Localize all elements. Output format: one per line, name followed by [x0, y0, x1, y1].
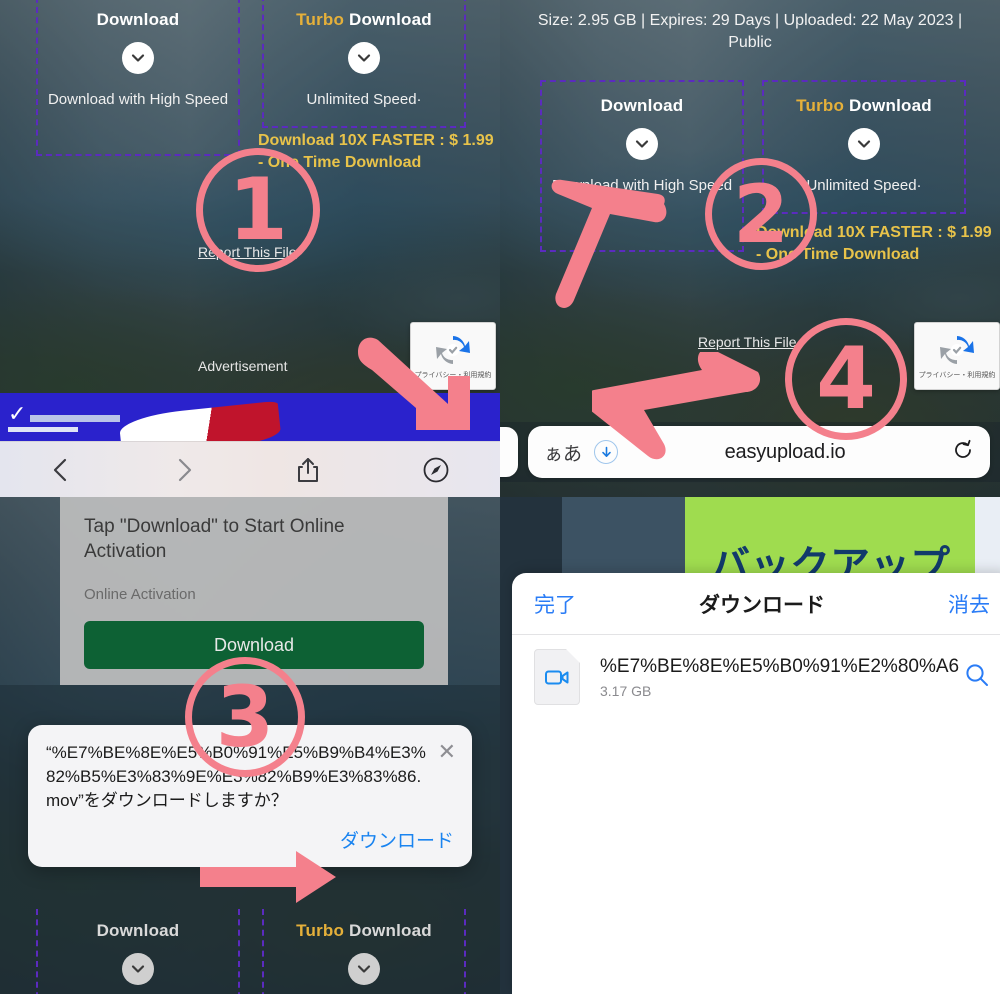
chevron-down-icon[interactable]	[122, 42, 154, 74]
download-ad-subtitle: Download with High Speed	[551, 177, 733, 194]
forward-icon[interactable]	[173, 457, 195, 483]
download-list-item[interactable]: %E7%BE%8E%E5%B0%91%E2%80%A6 3.17 GB	[512, 635, 1000, 719]
banner-bar	[8, 427, 78, 432]
download-ad-title: Download	[96, 10, 180, 29]
turbo-download-ad-box-1[interactable]: Turbo Download Unlimited Speed·	[262, 0, 466, 128]
downloads-title: ダウンロード	[699, 593, 825, 617]
download-ad-box-2[interactable]: Download Download with High Speed	[540, 80, 744, 252]
activation-download-button[interactable]: Download	[84, 621, 424, 670]
download-ad-box-3[interactable]: Download	[36, 909, 240, 994]
activation-subtitle: Online Activation	[84, 586, 196, 604]
recaptcha-terms: プライバシー・利用規約	[918, 372, 996, 379]
reload-icon[interactable]	[952, 439, 974, 466]
safari-toolbar-1[interactable]	[0, 441, 500, 497]
report-this-file-link-2[interactable]: Report This File	[698, 334, 797, 350]
online-activation-card: Tap "Download" to Start Online Activatio…	[60, 497, 448, 685]
recaptcha-icon	[436, 336, 470, 364]
download-ad-box-1[interactable]: Download Download with High Speed	[36, 0, 240, 156]
text-size-button[interactable]: ぁあ	[544, 439, 582, 466]
turbo-download-ad-title: Turbo Download	[796, 96, 932, 115]
download-confirm-button[interactable]: ダウンロード	[46, 826, 454, 853]
download-confirm-message: “%E7%BE%8E%E5%B0%91%E5%B9%B4%E3%82%B5%E3…	[46, 743, 426, 810]
download-file-size: 3.17 GB	[600, 682, 652, 699]
panel-step-1: Download Download with High Speed Turbo …	[0, 0, 500, 497]
chevron-down-icon[interactable]	[348, 42, 380, 74]
recaptcha-icon	[940, 336, 974, 364]
chevron-down-icon[interactable]	[626, 128, 658, 160]
activation-heading: Tap "Download" to Start Online Activatio…	[84, 516, 345, 562]
recaptcha-badge-1[interactable]: プライバシー・利用規約	[410, 322, 496, 390]
recaptcha-badge-2[interactable]: プライバシー・利用規約	[914, 322, 1000, 390]
turbo-download-ad-subtitle: Unlimited Speed·	[806, 177, 922, 194]
promo-text-2: Download 10X FASTER : $ 1.99 - One Time …	[756, 224, 992, 263]
turbo-download-ad-title: Turbo Download	[296, 10, 432, 29]
panel-step-3: Tap "Download" to Start Online Activatio…	[0, 497, 500, 994]
download-ad-subtitle: Download with High Speed	[47, 91, 229, 108]
turbo-download-ad-title: Turbo Download	[296, 921, 432, 940]
video-file-icon	[534, 649, 580, 705]
download-file-name: %E7%BE%8E%E5%B0%91%E2%80%A6	[600, 655, 960, 677]
turbo-download-ad-box-3[interactable]: Turbo Download	[262, 909, 466, 994]
download-confirm-dialog: “%E7%BE%8E%E5%B0%91%E5%B9%B4%E3%82%B5%E3…	[28, 725, 472, 868]
compass-tabs-icon[interactable]	[422, 456, 450, 484]
advertisement-label: Advertisement	[198, 358, 288, 374]
turbo-download-ad-box-2[interactable]: Turbo Download Unlimited Speed·	[762, 80, 966, 214]
tutorial-screenshot-grid: Download Download with High Speed Turbo …	[0, 0, 1000, 994]
downloads-sheet-header: 完了 ダウンロード 消去	[512, 573, 1000, 635]
download-ad-title: Download	[600, 96, 684, 115]
download-ad-title: Download	[96, 921, 180, 940]
promo-text-1: Download 10X FASTER : $ 1.99 - One Time …	[258, 132, 494, 171]
downloads-sheet: 完了 ダウンロード 消去 %E7%BE%8E%E5%B0%91%E2%80%A6…	[512, 573, 1000, 994]
downloads-done-button[interactable]: 完了	[534, 589, 576, 619]
panel-step-4: バックアップ 完了 ダウンロード 消去 %E7%BE%8E%E5%B0%91%E…	[500, 497, 1000, 994]
share-icon[interactable]	[295, 456, 321, 484]
download-item-meta: %E7%BE%8E%E5%B0%91%E2%80%A6 3.17 GB	[600, 656, 959, 699]
banner-bar	[30, 415, 120, 422]
report-this-file-link-1[interactable]: Report This File	[198, 244, 297, 260]
safari-url-row: ぁあ easyupload.io	[500, 422, 1000, 482]
airplane-graphic	[118, 400, 282, 441]
checkmark-icon: ✓	[8, 401, 27, 426]
panel-step-2: Size: 2.95 GB | Expires: 29 Days | Uploa…	[500, 0, 1000, 497]
close-icon[interactable]: ✕	[438, 741, 456, 763]
back-icon[interactable]	[50, 457, 72, 483]
address-bar[interactable]: ぁあ easyupload.io	[528, 426, 990, 478]
chevron-down-icon[interactable]	[848, 128, 880, 160]
file-meta-line: Size: 2.95 GB | Expires: 29 Days | Uploa…	[537, 12, 963, 51]
chevron-down-icon[interactable]	[122, 953, 154, 985]
downloads-clear-button[interactable]: 消去	[948, 589, 990, 619]
banner-advertisement[interactable]: ✓	[0, 393, 500, 441]
chevron-down-icon[interactable]	[348, 953, 380, 985]
download-arrow-icon[interactable]	[594, 440, 619, 464]
turbo-download-ad-subtitle: Unlimited Speed·	[306, 91, 422, 108]
adjacent-tab-preview[interactable]	[500, 427, 518, 477]
recaptcha-terms: プライバシー・利用規約	[414, 372, 492, 379]
url-text[interactable]: easyupload.io	[618, 441, 952, 464]
magnifier-icon[interactable]	[964, 662, 990, 693]
